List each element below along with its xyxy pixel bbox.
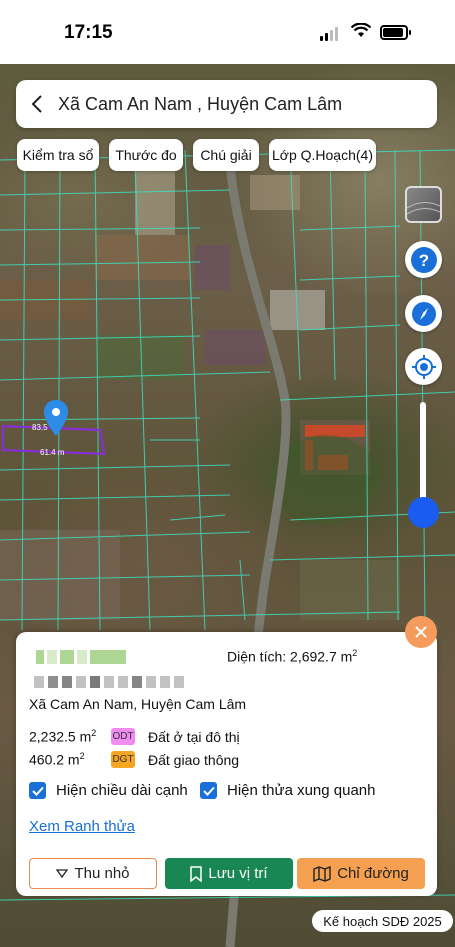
location-pin-icon[interactable] [43, 399, 69, 437]
close-panel-button[interactable] [405, 616, 437, 648]
bookmark-icon [190, 865, 203, 882]
zoom-slider-handle[interactable] [408, 497, 439, 528]
parcel-edge-label-bottom: 61.4 m [40, 448, 65, 457]
legend-chip[interactable]: Chú giải [193, 139, 259, 171]
status-bar: 17:15 [0, 0, 455, 64]
close-icon [415, 626, 427, 638]
land-use-code-badge: DGT [111, 751, 135, 768]
crosshair-icon [411, 354, 436, 379]
collapse-button[interactable]: Thu nhỏ [29, 858, 157, 889]
checkbox-checked-icon [200, 782, 217, 799]
wifi-icon [351, 23, 371, 37]
house-number-redacted [34, 676, 184, 688]
triangle-down-icon [56, 869, 69, 878]
planning-layers-chip[interactable]: Lớp Q.Hoạch(4) [269, 139, 376, 171]
location-header[interactable]: Xã Cam An Nam , Huyện Cam Lâm [16, 80, 437, 128]
land-use-code-badge: ODT [111, 728, 135, 745]
land-use-row: 2,232.5 m2 ODT Đất ở tại đô thị [29, 728, 240, 745]
land-use-row: 460.2 m2 DGT Đất giao thông [29, 751, 239, 768]
neighbors-checkbox[interactable]: Hiện thửa xung quanh [200, 782, 375, 799]
cellular-signal-icon [320, 27, 338, 41]
check-title-chip[interactable]: Kiểm tra sổ [17, 139, 99, 171]
chevron-left-icon [31, 95, 42, 113]
edge-length-checkbox[interactable]: Hiện chiều dài cạnh [29, 782, 188, 799]
status-time: 17:15 [64, 22, 113, 43]
help-icon: ? [410, 246, 437, 273]
parcel-info-panel: Diện tích: 2,692.7 m2 Xã Cam An Nam, Huy… [16, 632, 437, 896]
owner-name-redacted [36, 650, 126, 664]
land-use-name: Đất ở tại đô thị [148, 728, 240, 745]
compass-button[interactable] [405, 295, 442, 332]
view-boundary-link[interactable]: Xem Ranh thửa [29, 818, 135, 835]
plan-year-label: Kế hoạch SDĐ 2025 [312, 910, 453, 932]
land-use-area: 2,232.5 m2 [29, 728, 97, 745]
land-use-area: 460.2 m2 [29, 751, 85, 768]
directions-button[interactable]: Chỉ đường [297, 858, 425, 889]
ruler-chip[interactable]: Thước đo [109, 139, 183, 171]
header-title: Xã Cam An Nam , Huyện Cam Lâm [58, 93, 343, 114]
help-button[interactable]: ? [405, 241, 442, 278]
land-use-name: Đất giao thông [148, 751, 240, 768]
map-icon [313, 865, 331, 882]
checkbox-checked-icon [29, 782, 46, 799]
satellite-layer-icon [407, 202, 440, 215]
my-location-button[interactable] [405, 348, 442, 385]
compass-icon [411, 301, 436, 326]
area-text: Diện tích: 2,692.7 m2 [227, 648, 358, 665]
map-layer-button[interactable] [405, 186, 442, 223]
battery-icon [380, 25, 411, 40]
parcel-address: Xã Cam An Nam, Huyện Cam Lâm [29, 696, 247, 712]
svg-text:?: ? [418, 251, 428, 270]
back-button[interactable] [16, 80, 58, 128]
save-location-button[interactable]: Lưu vị trí [165, 858, 293, 889]
